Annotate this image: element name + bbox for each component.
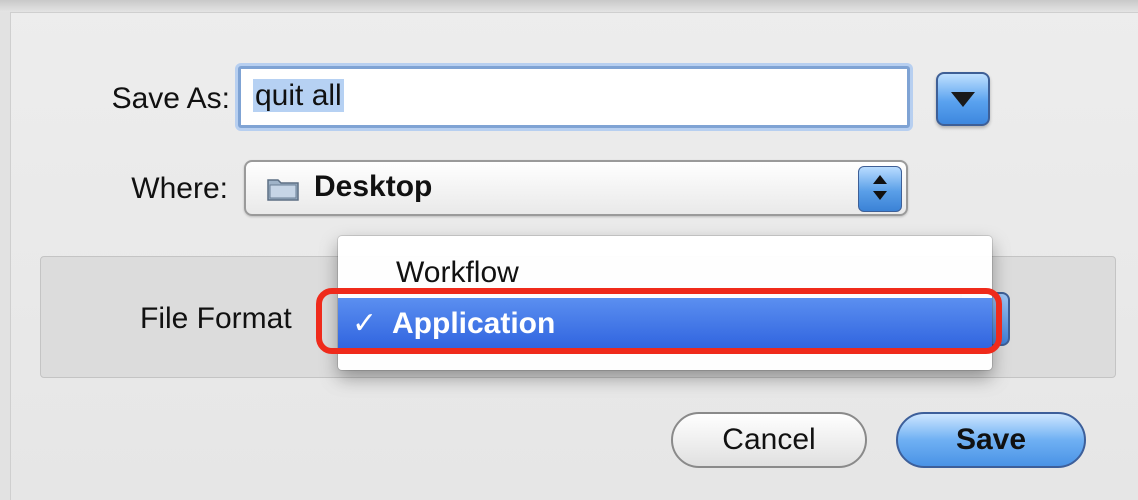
menu-item-label: Workflow [396, 256, 519, 289]
save-dialog: Save As: quit all Where: Desktop File Fo… [0, 0, 1138, 500]
where-popup-button[interactable]: Desktop [244, 160, 908, 216]
up-down-arrows-icon [858, 166, 902, 212]
save-as-text: quit all [253, 79, 344, 112]
where-value: Desktop [314, 170, 433, 203]
folder-icon [267, 179, 299, 201]
save-as-label: Save As: [111, 82, 230, 115]
file-format-menu: Workflow ✓ Application [338, 236, 992, 370]
triangle-down-icon [951, 92, 975, 107]
where-label: Where: [131, 172, 228, 205]
background-window-edge [0, 12, 11, 500]
checkmark-icon: ✓ [352, 307, 378, 340]
window-titlebar-edge [0, 0, 1138, 13]
save-as-field[interactable]: quit all [238, 66, 910, 128]
cancel-button[interactable]: Cancel [671, 412, 867, 468]
file-format-label: File Format [140, 302, 292, 335]
menu-item-label: Application [392, 307, 556, 340]
menu-item-application[interactable]: ✓ Application [338, 298, 992, 350]
expand-dialog-button[interactable] [936, 72, 990, 126]
menu-item-workflow[interactable]: Workflow [338, 250, 992, 298]
save-button[interactable]: Save [896, 412, 1086, 468]
